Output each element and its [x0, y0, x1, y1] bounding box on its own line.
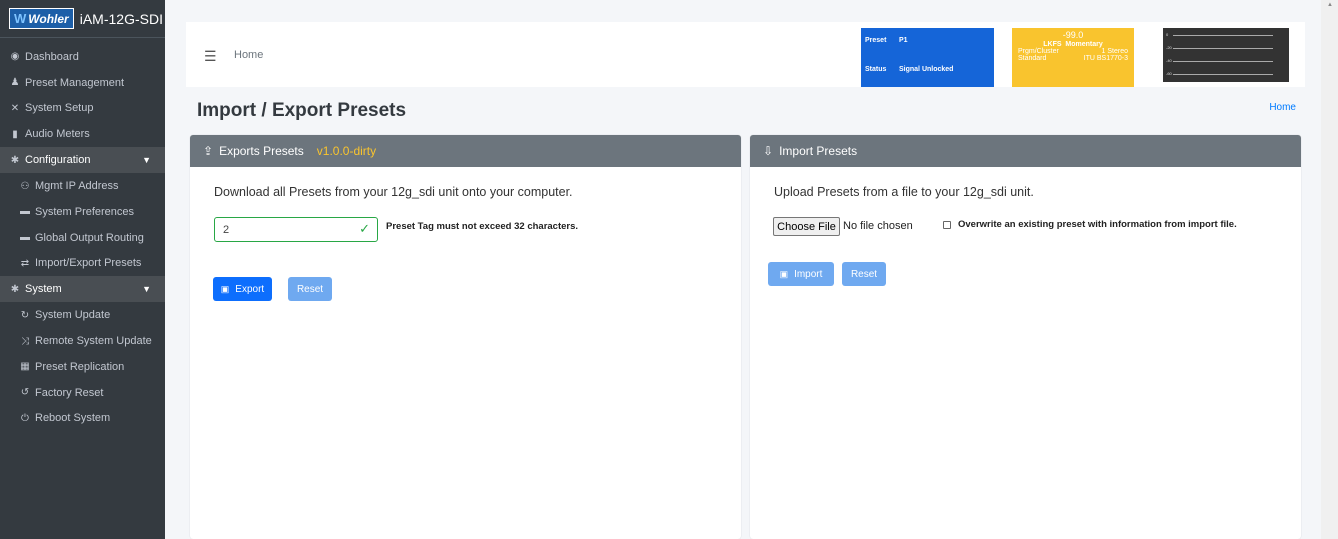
audio-meter-display: 0 -20 -40 -60	[1163, 28, 1289, 82]
wohler-logo: W Wohler	[9, 8, 74, 29]
preset-tag-hint: Preset Tag must not exceed 32 characters…	[386, 221, 579, 232]
scrollbar[interactable]: ▲	[1321, 0, 1338, 539]
export-reset-button[interactable]: Reset	[288, 277, 332, 301]
sidebar-item-dashboard[interactable]: ◉ Dashboard	[0, 44, 165, 70]
sidebar-section-system[interactable]: ✱ System ▼	[0, 276, 165, 303]
top-header: ☰ Home Preset P1 Status Signal Unlocked …	[186, 22, 1305, 87]
sidebar-item-mgmt-ip[interactable]: ⚇ Mgmt IP Address	[0, 173, 165, 199]
copy-icon: ▦	[20, 361, 30, 373]
cogs-icon: ✱	[10, 283, 20, 295]
brand-title: iAM-12G-SDI	[79, 10, 163, 27]
save-icon: ▣	[779, 268, 789, 279]
lkfs-mode: Momentary	[1065, 41, 1103, 48]
page-title: Import / Export Presets	[197, 100, 407, 121]
sidebar-item-import-export[interactable]: ⇄ Import/Export Presets	[0, 251, 165, 277]
status-label: Status	[865, 66, 887, 73]
cluster-value: 1 Stereo	[1101, 48, 1128, 55]
file-status: No file chosen	[843, 220, 913, 232]
sidebar-item-system-update[interactable]: ↻ System Update	[0, 302, 165, 328]
gear-icon: ✱	[10, 154, 20, 166]
sidebar-item-system-setup[interactable]: ✕ System Setup	[0, 96, 165, 122]
version-label: v1.0.0-dirty	[316, 144, 377, 158]
scroll-up-icon[interactable]: ▲	[1327, 2, 1333, 8]
preset-value: P1	[899, 37, 908, 44]
import-reset-button[interactable]: Reset	[842, 262, 886, 286]
user-preset-icon: ♟	[10, 77, 20, 89]
network-icon: ⚇	[20, 180, 30, 192]
export-description: Download all Presets from your 12g_sdi u…	[214, 185, 573, 199]
import-button[interactable]: ▣ Import	[768, 262, 834, 286]
lkfs-panel: -99.0 LKFS Momentary Prgm/Cluster 1 Stere…	[1012, 28, 1134, 87]
standard-value: ITU BS1770-3	[1083, 55, 1128, 62]
sidebar-item-audio-meters[interactable]: ▮ Audio Meters	[0, 121, 165, 147]
overwrite-label: Overwrite an existing preset with inform…	[958, 219, 1237, 230]
tools-icon: ✕	[10, 102, 20, 114]
preset-status-panel: Preset P1 Status Signal Unlocked	[861, 28, 994, 87]
preferences-icon: ▬	[20, 206, 30, 218]
breadcrumb[interactable]: Home	[1269, 102, 1296, 113]
cluster-label: Prgm/Cluster	[1018, 48, 1059, 55]
header-home-link[interactable]: Home	[234, 49, 263, 61]
chevron-down-icon: ▼	[142, 284, 151, 295]
import-card: ⇩ Import Presets Upload Presets from a f…	[750, 135, 1301, 539]
save-icon: ▣	[220, 283, 230, 294]
exchange-icon: ⇄	[20, 257, 30, 269]
check-icon: ✓	[359, 221, 370, 236]
import-description: Upload Presets from a file to your 12g_s…	[774, 185, 1034, 199]
export-card: ⇪ Exports Presets v1.0.0-dirty Download …	[190, 135, 741, 539]
standard-label: Standard	[1018, 55, 1047, 62]
sidebar-item-reboot-system[interactable]: ⏻ Reboot System	[0, 406, 165, 432]
sidebar-item-system-preferences[interactable]: ▬ System Preferences	[0, 199, 165, 225]
sidebar-item-preset-management[interactable]: ♟ Preset Management	[0, 70, 165, 96]
preset-tag-input[interactable]: 2 ✓	[214, 217, 378, 242]
menu-toggle-icon[interactable]: ☰	[204, 48, 217, 65]
upload-icon: ⇪	[203, 144, 214, 158]
lkfs-value: -99.0	[1062, 30, 1084, 40]
sidebar: W Wohler iAM-12G-SDI ◉ Dashboard ♟ Preset M…	[0, 0, 165, 539]
brand[interactable]: W Wohler iAM-12G-SDI	[0, 0, 165, 38]
dashboard-icon: ◉	[10, 51, 20, 63]
export-card-header: ⇪ Exports Presets v1.0.0-dirty	[190, 135, 741, 167]
meter-icon: ▮	[12, 128, 18, 140]
preset-label: Preset	[865, 37, 887, 44]
status-value: Signal Unlocked	[899, 66, 954, 73]
undo-icon: ↺	[20, 387, 30, 399]
export-button[interactable]: ▣ Export	[213, 277, 272, 301]
overwrite-checkbox[interactable]	[943, 221, 951, 229]
lkfs-unit: LKFS	[1043, 41, 1062, 48]
chevron-down-icon: ▼	[142, 155, 151, 166]
sidebar-section-configuration[interactable]: ✱ Configuration ▼	[0, 147, 165, 174]
sidebar-item-remote-system-update[interactable]: ⤨ Remote System Update	[0, 328, 165, 354]
sidebar-item-factory-reset[interactable]: ↺ Factory Reset	[0, 380, 165, 406]
download-icon: ⇩	[763, 144, 774, 158]
refresh-icon: ↻	[20, 309, 30, 321]
power-icon: ⏻	[21, 412, 29, 424]
sidebar-item-preset-replication[interactable]: ▦ Preset Replication	[0, 354, 165, 380]
sidebar-item-global-output-routing[interactable]: ▬ Global Output Routing	[0, 225, 165, 251]
choose-file-button[interactable]: Choose File	[773, 217, 840, 236]
sidebar-nav: ◉ Dashboard ♟ Preset Management ✕ System Se…	[0, 44, 165, 431]
import-card-header: ⇩ Import Presets	[750, 135, 1301, 167]
routing-icon: ▬	[20, 232, 30, 244]
remote-icon: ⤨	[21, 335, 29, 347]
